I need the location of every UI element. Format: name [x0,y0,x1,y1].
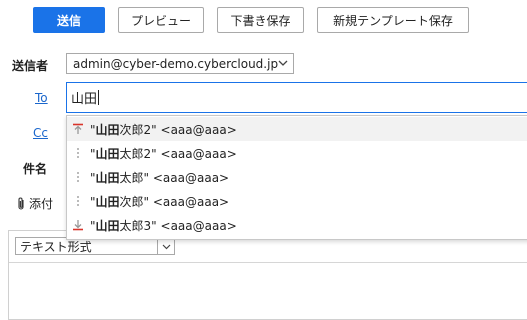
sender-select[interactable]: admin@cyber-demo.cybercloud.jp [66,53,294,74]
attach-label: 添付 [29,197,54,211]
paperclip-icon [16,197,26,211]
text-caret [98,90,100,105]
sender-label: 送信者 [12,59,49,73]
drag-handle-icon[interactable] [69,148,87,158]
attach-button[interactable]: 添付 [16,195,53,212]
drag-handle-icon[interactable] [69,172,87,182]
sender-value: admin@cyber-demo.cybercloud.jp [73,56,279,71]
editor-divider [9,262,527,263]
to-input[interactable]: 山田 [66,82,527,113]
move-bottom-icon[interactable] [69,219,87,231]
drag-handle-icon[interactable] [69,196,87,206]
to-input-value: 山田 [71,92,98,107]
suggestion-item[interactable]: "山田太郎3" <aaa@aaa> [67,213,527,237]
to-link[interactable]: To [35,91,48,105]
chevron-down-icon [278,57,288,72]
cc-link[interactable]: Cc [33,126,48,140]
save-draft-button[interactable]: 下書き保存 [217,7,304,33]
address-suggestion-list: "山田次郎2" <aaa@aaa> "山田太郎2" <aaa@aaa> "山田太… [66,115,527,240]
suggestion-item[interactable]: "山田太郎2" <aaa@aaa> [67,141,527,165]
subject-label: 件名 [23,162,48,176]
save-template-button[interactable]: 新規テンプレート保存 [317,7,469,33]
format-value: テキスト形式 [20,239,92,254]
preview-button[interactable]: プレビュー [118,7,204,33]
chevron-down-icon [157,238,174,254]
send-button[interactable]: 送信 [33,7,105,33]
suggestion-item[interactable]: "山田次郎" <aaa@aaa> [67,189,527,213]
suggestion-item[interactable]: "山田太郎" <aaa@aaa> [67,165,527,189]
move-top-icon[interactable] [69,123,87,135]
suggestion-item[interactable]: "山田次郎2" <aaa@aaa> [67,117,527,141]
